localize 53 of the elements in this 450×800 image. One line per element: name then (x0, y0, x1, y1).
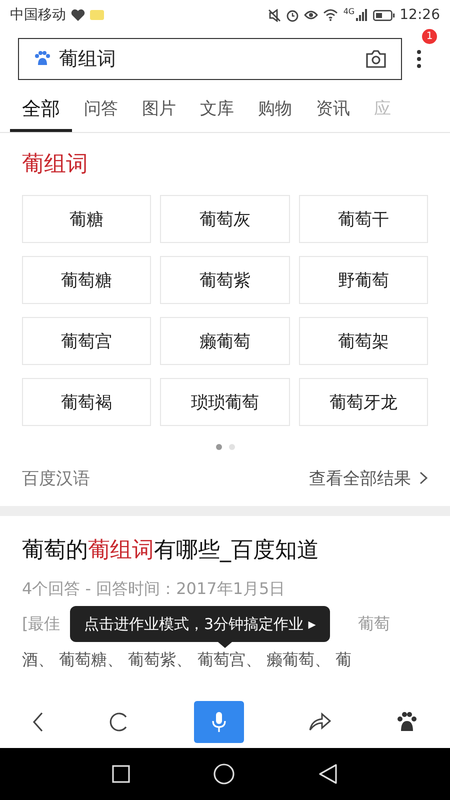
category-tab[interactable]: 文库 (188, 88, 246, 132)
word-button[interactable]: 葡萄褐 (22, 378, 152, 426)
result-title-link[interactable]: 葡萄的葡组词有哪些_百度知道 (22, 536, 428, 566)
category-tab[interactable]: 购物 (246, 88, 304, 132)
battery-icon (372, 10, 395, 20)
microphone-icon (211, 711, 227, 733)
notification-badge: 1 (422, 29, 437, 44)
word-button[interactable]: 琐琐葡萄 (160, 378, 290, 426)
source-label: 百度汉语 (22, 468, 90, 490)
word-button[interactable]: 葡萄牙龙 (298, 378, 428, 426)
mute-icon (268, 8, 282, 22)
back-triangle-icon[interactable] (318, 764, 338, 784)
result-snippet: 酒、 葡萄糖、 葡萄紫、 葡萄宫、 癞葡萄、 葡 (22, 650, 352, 670)
signal-icon (356, 9, 368, 21)
view-all-link[interactable]: 查看全部结果 (309, 466, 428, 490)
tooltip[interactable]: 点击进作业模式，3分钟搞定作业 ▸ (70, 606, 330, 642)
recent-apps-icon[interactable] (112, 765, 130, 783)
share-icon[interactable] (308, 712, 332, 732)
result-snippet: [最佳 (22, 613, 60, 635)
clock-time: 12:26 (400, 7, 440, 23)
search-field[interactable]: 葡组词 (18, 38, 402, 80)
category-tab[interactable]: 图片 (130, 88, 188, 132)
voice-search-button[interactable] (194, 701, 244, 743)
category-tab[interactable]: 问答 (72, 88, 130, 132)
category-tab[interactable]: 资讯 (304, 88, 362, 132)
word-button[interactable]: 葡糖 (22, 195, 152, 243)
heart-icon (71, 9, 85, 21)
word-button[interactable]: 葡萄干 (298, 195, 428, 243)
wifi-icon (323, 9, 338, 21)
word-button[interactable]: 葡萄糖 (22, 256, 152, 304)
word-button[interactable]: 葡萄架 (298, 317, 428, 365)
word-button[interactable]: 葡萄宫 (22, 317, 152, 365)
chevron-right-icon (419, 471, 428, 485)
paw-icon[interactable] (396, 711, 418, 733)
word-button[interactable]: 葡萄灰 (160, 195, 290, 243)
tooltip-pointer (218, 642, 232, 648)
eye-icon (304, 9, 318, 21)
camera-icon[interactable] (365, 50, 387, 68)
result-snippet: 葡萄 (358, 613, 390, 635)
app-notification-icon (90, 10, 104, 20)
word-button[interactable]: 癞葡萄 (160, 317, 290, 365)
category-tab[interactable]: 全部 (10, 88, 72, 132)
network-type: 4G (343, 7, 355, 16)
more-menu-icon[interactable] (416, 49, 422, 69)
carrier-name: 中国移动 (10, 6, 66, 24)
back-icon[interactable] (32, 712, 44, 732)
home-icon[interactable] (212, 763, 235, 785)
result-meta: 4个回答 - 回答时间：2017年1月5日 (22, 578, 286, 600)
word-button[interactable]: 葡萄紫 (160, 256, 290, 304)
card-title: 葡组词 (22, 151, 89, 179)
alarm-icon (286, 8, 300, 22)
word-button[interactable]: 野葡萄 (298, 256, 428, 304)
paw-icon (33, 50, 51, 68)
